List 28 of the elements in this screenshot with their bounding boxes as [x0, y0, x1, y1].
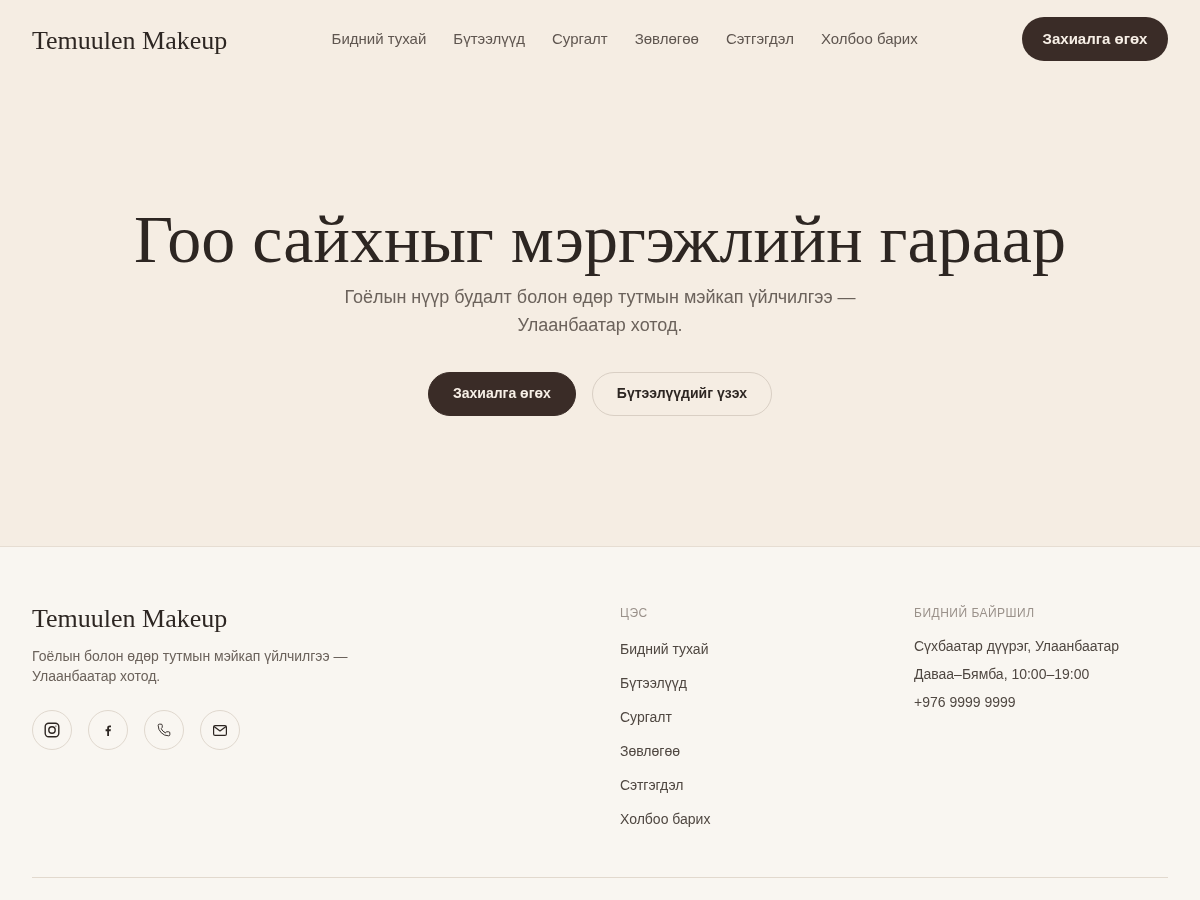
- nav-link[interactable]: Сэтгэгдэл: [725, 27, 794, 51]
- camera-icon: [44, 722, 60, 738]
- nav-link[interactable]: Сургалт: [552, 27, 608, 51]
- site-logo[interactable]: Temuulen Makeup: [32, 25, 228, 57]
- footer-link[interactable]: Бидний тухай: [620, 639, 709, 659]
- order-button[interactable]: Захиалга өгөх: [1022, 17, 1168, 61]
- mail-icon: [213, 724, 227, 736]
- location-heading: БИДНИЙ БАЙРШИЛ: [914, 605, 1035, 621]
- hero-title: Гоо сайхныг мэргэжлийн гараар: [134, 200, 1066, 277]
- nav-link[interactable]: Холбоо барих: [820, 27, 918, 51]
- nav-link[interactable]: Бүтээлүүд: [453, 27, 526, 51]
- footer-link[interactable]: Холбоо барих: [620, 809, 711, 829]
- footer-description: Гоёлын болон өдөр тутмын мэйкап үйлчилгээ — Улаанбаатар хотод.: [32, 647, 349, 686]
- order-button[interactable]: Захиалга өгөх: [427, 371, 576, 416]
- menu-heading: ЦЭС: [620, 605, 648, 621]
- phone-icon: [157, 723, 171, 737]
- location-text: Сүхбаатар дүүрэг, Улаанбаатар: [914, 637, 1120, 656]
- location-text: +976 9999 9999: [914, 693, 1016, 712]
- hero-subtitle: Гоёлын нүүр будалт болон өдөр тутмын мэйкап үйлчилгээ — Улаанбаатар хотод.: [343, 285, 857, 337]
- footer-link[interactable]: Зөвлөгөө: [620, 741, 680, 761]
- footer-link[interactable]: Сургалт: [620, 707, 672, 727]
- nav-link[interactable]: Зөвлөгөө: [634, 27, 699, 51]
- footer-link[interactable]: Бүтээлүүд: [620, 673, 687, 693]
- footer-logo: Temuulen Makeup: [32, 603, 228, 635]
- location-text: Даваа–Бямба, 10:00–19:00: [914, 665, 1090, 684]
- footer-link[interactable]: Сэтгэгдэл: [620, 775, 684, 795]
- nav-link[interactable]: Бидний тухай: [331, 27, 427, 51]
- letter-f-icon: [105, 724, 111, 736]
